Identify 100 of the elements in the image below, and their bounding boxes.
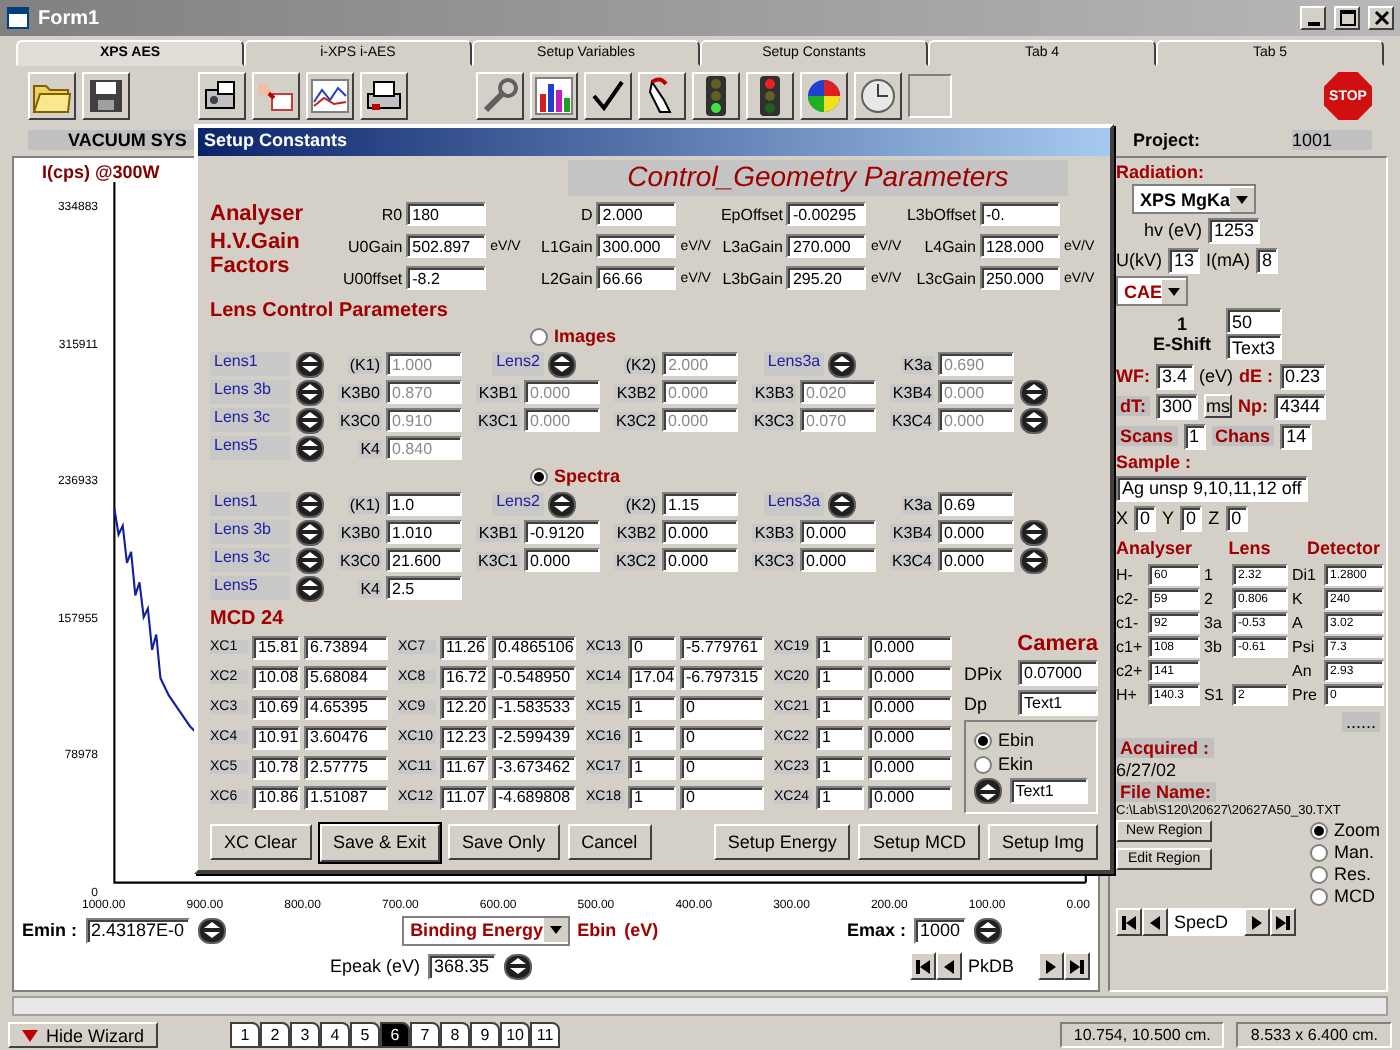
spin-button[interactable] [1020,547,1048,573]
input-field[interactable]: 368.35 [428,953,496,979]
page-tab[interactable]: 5 [350,1022,381,1048]
input-field[interactable]: 12.23 [440,725,488,749]
print-button[interactable] [360,72,408,120]
input-field[interactable]: -0.00295 [786,202,867,226]
input-field[interactable]: 0 [628,635,676,659]
previous-button[interactable] [936,952,962,980]
input-field[interactable]: 10.08 [252,665,300,689]
input-field[interactable]: 0.000 [868,695,952,719]
input-field[interactable]: 0.000 [800,548,876,572]
input-field[interactable]: 1.010 [386,520,462,544]
spin-button[interactable] [1020,407,1048,433]
dialog-button[interactable]: Save & Exit [319,823,441,861]
spin-button[interactable] [1020,519,1048,545]
input-field[interactable]: 300.000 [596,234,677,258]
input-field[interactable]: 0.000 [868,785,952,809]
dialog-button[interactable]: Setup Img [987,824,1098,860]
input-field[interactable]: 2.43187E-0 [85,917,191,943]
spin-button[interactable] [974,917,1002,943]
input-field[interactable]: -0. [979,202,1060,226]
spin-button[interactable] [296,407,324,433]
input-field[interactable]: 4.65395 [304,695,388,719]
input-field[interactable]: Ag unsp 9,10,11,12 off [1116,475,1308,501]
input-field[interactable]: 3.4 [1156,363,1194,389]
spin-button[interactable] [296,435,324,461]
input-field[interactable]: 2.5 [386,576,462,600]
hide-wizard-button[interactable]: Hide Wizard [8,1022,159,1048]
open-button[interactable] [28,72,76,120]
instrument-button[interactable] [198,72,246,120]
input-field[interactable]: 0 [680,755,764,779]
input-field[interactable]: 1.51087 [304,785,388,809]
input-field[interactable]: 0.4865106 [492,635,576,659]
previous-button[interactable] [1142,908,1168,936]
input-field[interactable]: -6.797315 [680,665,764,689]
last-button[interactable] [1064,952,1090,980]
input-field[interactable]: 1 [816,635,864,659]
spin-button[interactable] [296,547,324,573]
pie-chart-button[interactable] [800,72,848,120]
halt-button[interactable] [746,72,794,120]
dialog-button[interactable]: Setup MCD [858,824,980,860]
dropdown[interactable]: XPS MgKa [1132,184,1257,214]
spin-button[interactable] [296,575,324,601]
page-tab[interactable]: 9 [470,1022,501,1048]
input-field[interactable]: 0.000 [662,520,738,544]
input-field[interactable]: 1 [628,695,676,719]
input-field[interactable]: 1 [628,785,676,809]
input-field[interactable]: 10.69 [252,695,300,719]
input-field[interactable]: 0 [680,785,764,809]
input-field[interactable]: 10.78 [252,755,300,779]
close-button[interactable] [1368,6,1394,30]
input-field[interactable]: -8.2 [406,266,487,290]
spin-button[interactable] [296,379,324,405]
dropdown[interactable]: CAE [1116,276,1189,306]
radio-button[interactable]: MCD [1309,886,1380,906]
input-field[interactable]: 0.000 [868,725,952,749]
input-field[interactable]: 1 [628,755,676,779]
save-button[interactable] [82,72,130,120]
page-tab[interactable]: 1 [230,1022,261,1048]
page-tab[interactable]: 3 [290,1022,321,1048]
input-field[interactable]: 1 [816,755,864,779]
page-tab[interactable]: 10 [500,1022,531,1048]
input-field[interactable]: 250.000 [979,266,1060,290]
input-field[interactable]: Text3 [1226,334,1282,360]
check-button[interactable] [584,72,632,120]
input-field[interactable]: 5.68084 [304,665,388,689]
ms-button[interactable]: ms [1204,394,1233,418]
sign-button[interactable] [252,72,300,120]
input-field[interactable]: 295.20 [786,266,867,290]
dialog-button[interactable]: Save Only [448,824,560,860]
input-field[interactable]: Text1 [1009,778,1088,804]
input-field[interactable]: 0.07000 [1018,660,1098,686]
input-field[interactable]: 0 [680,695,764,719]
input-field[interactable]: 0.000 [938,548,1014,572]
input-field[interactable]: 0 [1180,505,1203,531]
page-tab[interactable]: 11 [530,1022,561,1048]
input-field[interactable]: -3.673462 [492,755,576,779]
minimize-button[interactable] [1300,6,1326,30]
timer-button[interactable] [854,72,902,120]
input-field[interactable]: 0.000 [662,548,738,572]
input-field[interactable]: Text1 [1018,690,1098,716]
first-button[interactable] [910,952,936,980]
page-tab[interactable]: 4 [320,1022,351,1048]
spin-button[interactable] [1020,379,1048,405]
input-field[interactable]: 128.000 [979,234,1060,258]
input-field[interactable]: 4344 [1274,393,1327,419]
radio-button[interactable]: Zoom [1309,820,1380,840]
input-field[interactable]: 17.04 [628,665,676,689]
input-field[interactable]: 12.20 [440,695,488,719]
input-field[interactable]: -2.599439 [492,725,576,749]
input-field[interactable]: -1.583533 [492,695,576,719]
input-field[interactable]: 270.000 [786,234,867,258]
input-field[interactable]: 1 [1183,423,1206,449]
page-tab[interactable]: 7 [410,1022,441,1048]
input-field[interactable]: 0.23 [1279,363,1327,389]
page-tab[interactable]: 8 [440,1022,471,1048]
horizontal-scrollbar[interactable] [12,996,1388,1016]
input-field[interactable]: 11.07 [440,785,488,809]
input-field[interactable]: 0.000 [938,520,1014,544]
input-field[interactable]: -0.9120 [524,520,600,544]
